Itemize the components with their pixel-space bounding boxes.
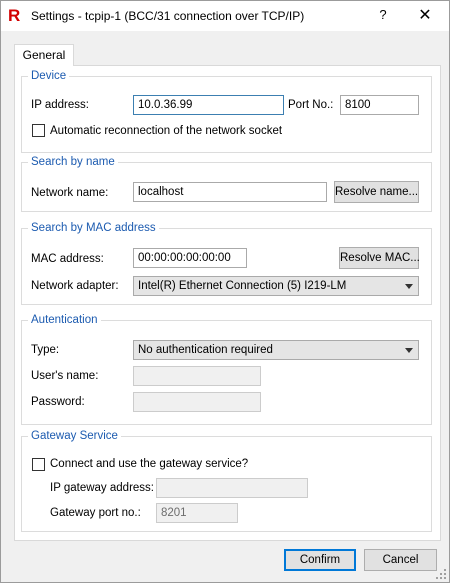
ip-address-label: IP address: [31, 99, 89, 111]
window-title: Settings - tcpip-1 (BCC/31 connection ov… [31, 9, 305, 23]
device-group-title: Device [28, 69, 70, 83]
user-name-input[interactable] [133, 366, 261, 386]
resize-grip-icon[interactable] [435, 568, 447, 580]
gateway-ip-label: IP gateway address: [50, 482, 154, 494]
close-button[interactable]: ✕ [413, 5, 437, 25]
app-logo-icon: R [8, 6, 21, 25]
device-group: Device IP address: 10.0.36.99 Port No.: … [21, 69, 432, 153]
help-button[interactable]: ? [373, 7, 393, 22]
port-label: Port No.: [288, 99, 334, 111]
mac-address-input[interactable]: 00:00:00:00:00:00 [133, 248, 247, 268]
network-adapter-label: Network adapter: [31, 280, 119, 292]
port-input[interactable]: 8100 [340, 95, 419, 115]
auth-type-select[interactable]: No authentication required [133, 340, 419, 360]
reconnect-checkbox[interactable] [32, 124, 45, 137]
auth-type-label: Type: [31, 344, 60, 356]
gateway-service-group: Gateway Service Connect and use the gate… [21, 429, 432, 532]
user-name-label: User's name: [31, 370, 99, 382]
network-adapter-value: Intel(R) Ethernet Connection (5) I219-LM [138, 280, 347, 292]
search-by-mac-group: Search by MAC address MAC address: 00:00… [21, 221, 432, 305]
authentication-group: Autentication Type: No authentication re… [21, 313, 432, 425]
chevron-down-icon [405, 284, 413, 289]
cancel-button[interactable]: Cancel [364, 549, 437, 571]
resolve-name-button[interactable]: Resolve name... [334, 181, 419, 203]
network-name-label: Network name: [31, 187, 109, 199]
network-name-input[interactable]: localhost [133, 182, 327, 202]
confirm-button[interactable]: Confirm [284, 549, 356, 571]
gateway-ip-input[interactable] [156, 478, 308, 498]
mac-address-label: MAC address: [31, 253, 104, 265]
search-by-name-title: Search by name [28, 155, 118, 169]
title-bar: R Settings - tcpip-1 (BCC/31 connection … [1, 1, 449, 31]
password-label: Password: [31, 396, 85, 408]
password-input[interactable] [133, 392, 261, 412]
resolve-mac-button[interactable]: Resolve MAC... [339, 247, 420, 269]
gateway-port-label: Gateway port no.: [50, 507, 141, 519]
search-by-name-group: Search by name Network name: localhost R… [21, 155, 432, 212]
settings-dialog: R Settings - tcpip-1 (BCC/31 connection … [0, 0, 450, 583]
tab-panel-general: Device IP address: 10.0.36.99 Port No.: … [14, 65, 441, 541]
gateway-service-title: Gateway Service [28, 429, 121, 443]
authentication-title: Autentication [28, 313, 101, 327]
tab-general[interactable]: General [14, 44, 74, 66]
ip-address-input[interactable]: 10.0.36.99 [133, 95, 284, 115]
search-by-mac-title: Search by MAC address [28, 221, 159, 235]
reconnect-label[interactable]: Automatic reconnection of the network so… [50, 124, 282, 138]
gateway-checkbox-label[interactable]: Connect and use the gateway service? [50, 457, 248, 471]
chevron-down-icon [405, 348, 413, 353]
gateway-checkbox[interactable] [32, 458, 45, 471]
network-adapter-select[interactable]: Intel(R) Ethernet Connection (5) I219-LM [133, 276, 419, 296]
auth-type-value: No authentication required [138, 344, 273, 356]
gateway-port-input[interactable]: 8201 [156, 503, 238, 523]
